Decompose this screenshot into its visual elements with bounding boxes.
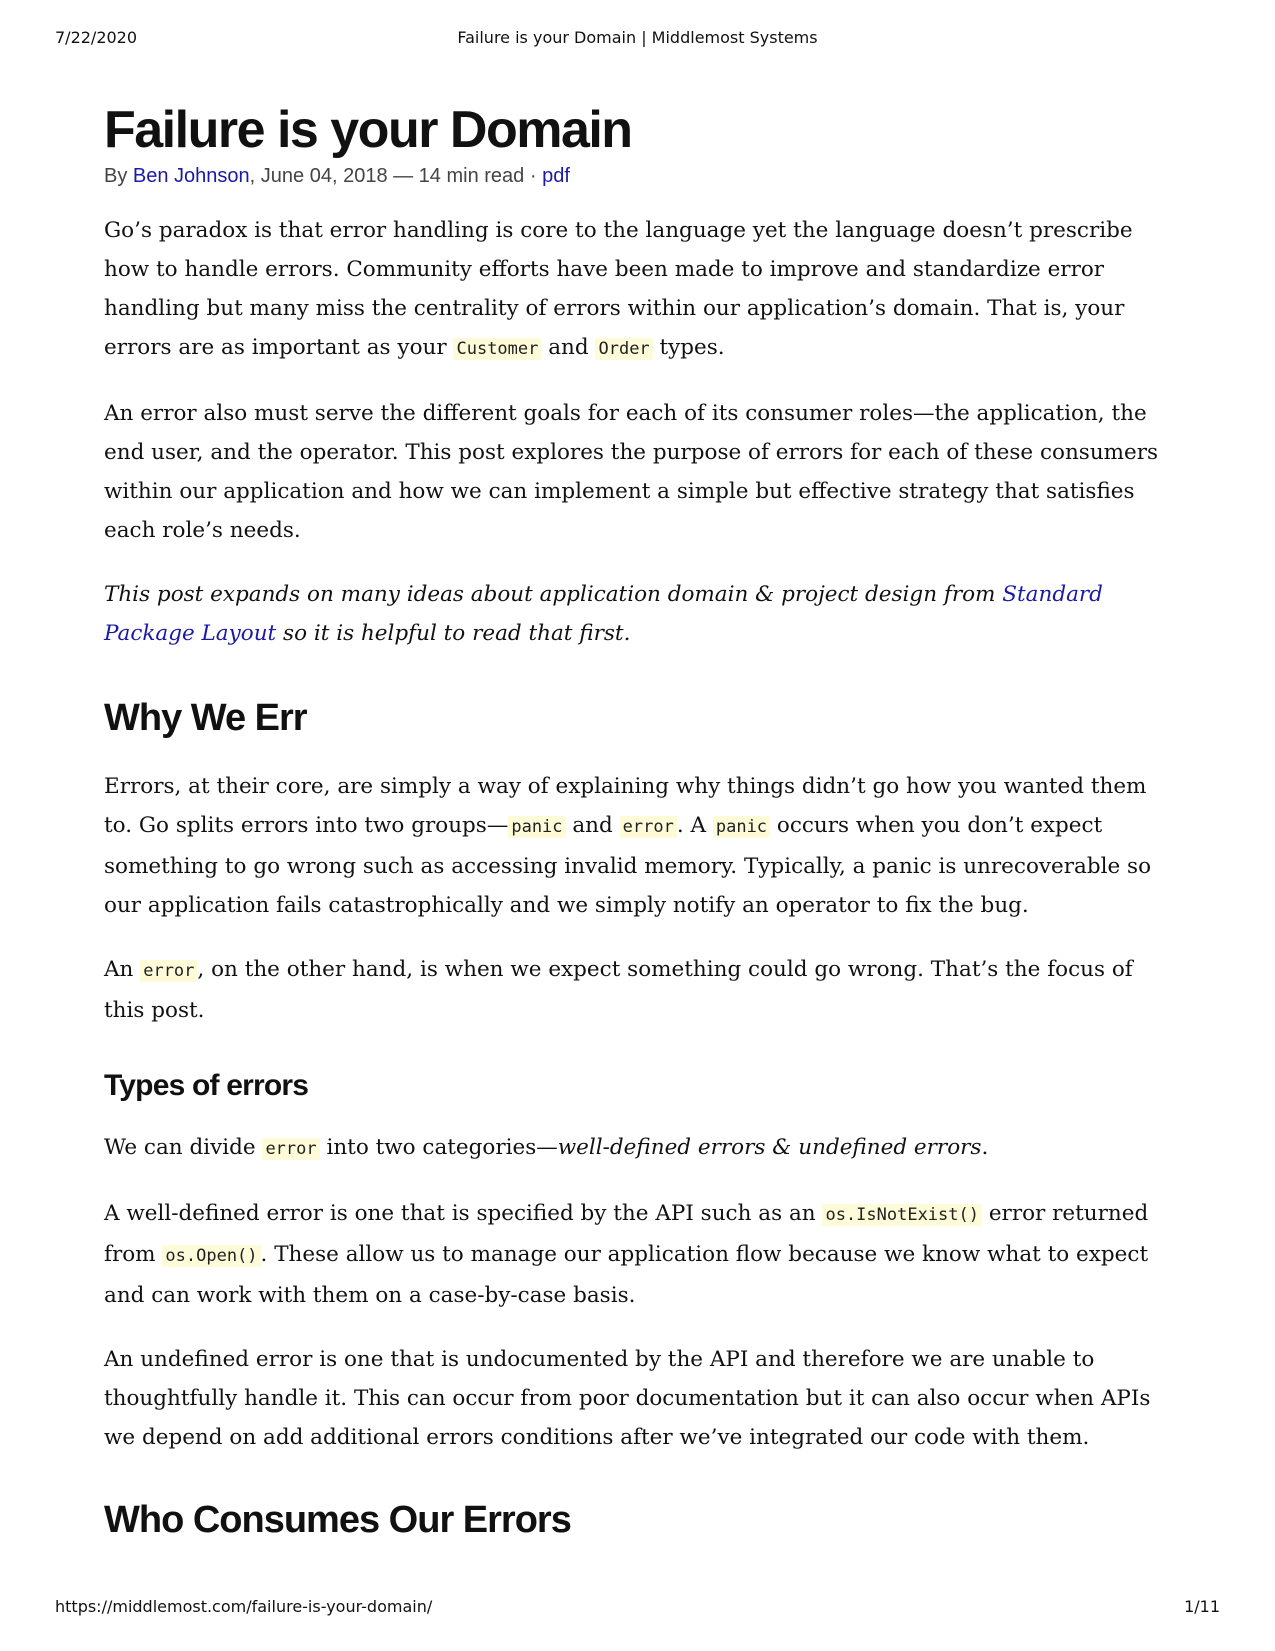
byline-prefix: By — [104, 165, 133, 187]
why-paragraph-2: An error, on the other hand, is when we … — [104, 950, 1172, 1030]
heading-types-of-errors: Types of errors — [104, 1069, 309, 1102]
inline-code: os.Open() — [162, 1245, 261, 1267]
intro-paragraph-1: Go’s paradox is that error handling is c… — [104, 211, 1172, 369]
text-span: into two categories— — [319, 1135, 558, 1160]
text-span: . A — [676, 813, 713, 838]
article: Failure is your Domain By Ben Johnson, J… — [104, 98, 1172, 1544]
text-span: An — [104, 957, 141, 982]
inline-code: panic — [508, 816, 566, 838]
print-footer: https://middlemost.com/failure-is-your-d… — [0, 1597, 1275, 1621]
heading-who-consumes: Who Consumes Our Errors — [104, 1499, 572, 1541]
text-span: . These allow us to manage our applicati… — [104, 1242, 1149, 1308]
text-span: . — [981, 1135, 989, 1160]
print-page-title: Failure is your Domain | Middlemost Syst… — [457, 28, 818, 47]
inline-code: Customer — [453, 338, 542, 360]
intro-paragraph-2: An error also must serve the different g… — [104, 401, 1159, 543]
types-paragraph-3: An undefined error is one that is undocu… — [104, 1347, 1151, 1450]
heading-why-we-err: Why We Err — [104, 697, 308, 739]
pdf-link[interactable]: pdf — [542, 165, 570, 187]
text-span: This post expands on many ideas about ap… — [104, 582, 1003, 607]
types-paragraph-1: We can divide error into two categories—… — [104, 1128, 1172, 1169]
print-url: https://middlemost.com/failure-is-your-d… — [55, 1597, 433, 1616]
text-span: , on the other hand, is when we expect s… — [104, 957, 1133, 1023]
text-span: and — [541, 335, 596, 360]
article-title: Failure is your Domain — [104, 101, 633, 159]
print-header: 7/22/2020 Failure is your Domain | Middl… — [0, 28, 1275, 52]
text-span: types. — [652, 335, 725, 360]
inline-code: os.IsNotExist() — [822, 1204, 982, 1226]
types-paragraph-2: A well-defined error is one that is spec… — [104, 1194, 1172, 1315]
text-span: so it is helpful to read that first. — [276, 621, 631, 646]
emphasis: well-defined errors & undefined errors — [557, 1135, 982, 1160]
byline-date-read: , June 04, 2018 — 14 min read · — [249, 165, 543, 187]
intro-note: This post expands on many ideas about ap… — [104, 575, 1172, 653]
inline-code: error — [140, 960, 198, 982]
inline-code: Order — [595, 338, 653, 360]
why-paragraph-1: Errors, at their core, are simply a way … — [104, 767, 1172, 925]
text-span: and — [565, 813, 620, 838]
author-link[interactable]: Ben Johnson — [133, 165, 250, 187]
inline-code: error — [262, 1138, 320, 1160]
page-number: 1/11 — [1184, 1597, 1220, 1616]
text-span: A well-defined error is one that is spec… — [104, 1201, 823, 1226]
byline: By Ben Johnson, June 04, 2018 — 14 min r… — [104, 162, 1172, 190]
inline-code: error — [619, 816, 677, 838]
inline-code: panic — [712, 816, 771, 838]
text-span: We can divide — [104, 1135, 263, 1160]
